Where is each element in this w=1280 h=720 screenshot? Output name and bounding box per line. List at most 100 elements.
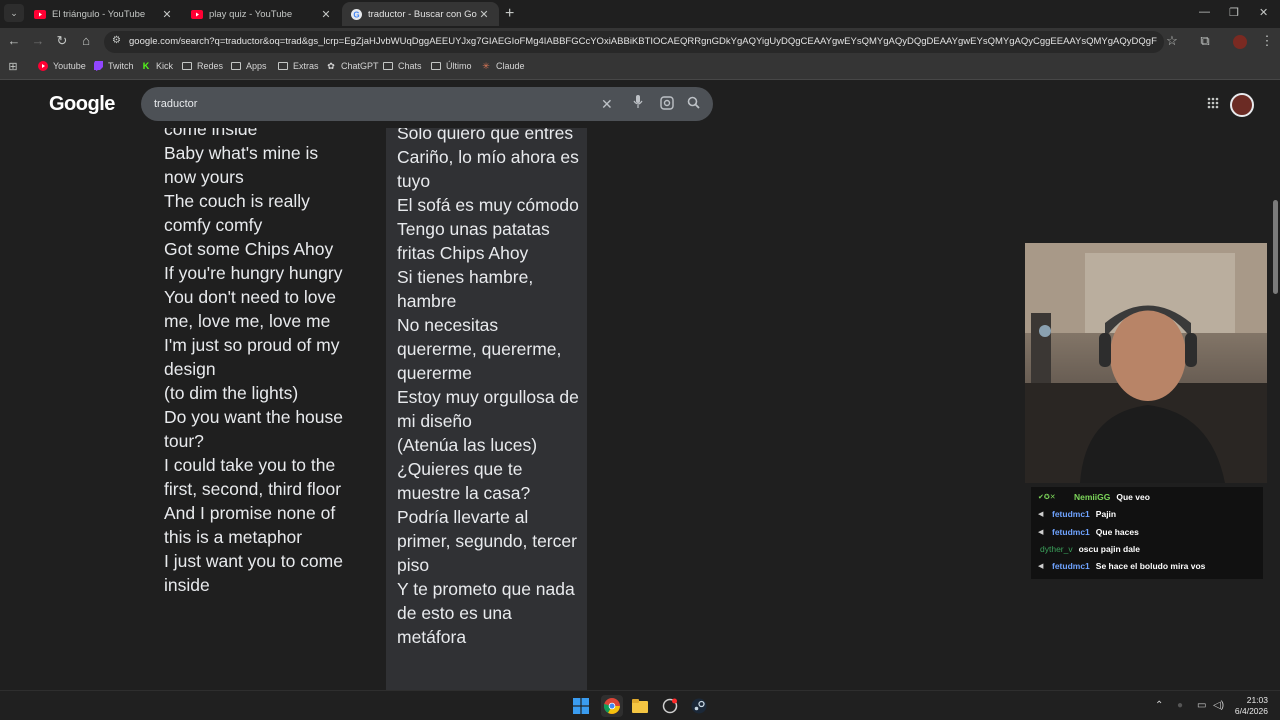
mute-badge-icon: ◀ <box>1038 529 1044 536</box>
file-explorer-icon[interactable] <box>631 697 649 715</box>
chat-username: dyther_v <box>1040 544 1073 554</box>
chat-username: NemiiGG <box>1074 492 1111 502</box>
tab-title: El triángulo - YouTube <box>52 8 146 20</box>
google-apps-icon[interactable] <box>1207 96 1219 112</box>
bookmark-label: Extras <box>293 61 319 71</box>
bookmark-label: Apps <box>246 61 267 71</box>
chat-username: fetudmc1 <box>1052 527 1090 537</box>
clock-time: 21:03 <box>1246 695 1268 705</box>
minimize-icon[interactable]: — <box>1199 6 1210 18</box>
profile-avatar[interactable] <box>1233 35 1247 49</box>
chat-text: Pajin <box>1095 509 1117 519</box>
chat-text: Que haces <box>1095 527 1139 537</box>
search-input[interactable]: traductor ✕ <box>141 87 713 121</box>
bookmark-folder-apps[interactable]: Apps <box>231 61 267 71</box>
home-icon[interactable]: ⌂ <box>77 33 95 48</box>
microphone-icon[interactable] <box>633 95 643 112</box>
bookmark-folder-redes[interactable]: Redes <box>182 61 223 71</box>
folder-icon <box>278 61 288 71</box>
bookmark-youtube[interactable]: Youtube <box>38 61 86 71</box>
bookmark-folder-chats[interactable]: Chats <box>383 61 422 71</box>
close-icon[interactable]: ✕ <box>477 8 491 21</box>
microphone-tray-icon[interactable]: ● <box>1177 700 1183 711</box>
lens-camera-icon[interactable] <box>660 96 674 113</box>
forward-icon[interactable]: → <box>29 33 47 48</box>
site-info-icon[interactable]: ⚙ <box>112 35 121 46</box>
tab-play-quiz[interactable]: play quiz - YouTube ✕ <box>183 2 341 26</box>
bookmark-label: Redes <box>197 61 224 71</box>
tab-search-button[interactable]: ⌄ <box>4 4 24 22</box>
bookmark-folder-ultimo[interactable]: Último <box>431 61 472 71</box>
chat-text: oscu pajin dale <box>1078 544 1141 554</box>
bookmark-twitch[interactable]: Twitch <box>93 61 134 71</box>
chatgpt-icon: ✿ <box>327 60 335 71</box>
youtube-icon <box>34 8 46 20</box>
youtube-icon <box>191 8 203 20</box>
address-bar[interactable]: ⚙ google.com/search?q=traductor&oq=trad&… <box>104 31 1164 53</box>
chat-username: fetudmc1 <box>1052 509 1090 519</box>
chat-message: dyther_v oscu pajin dale <box>1038 544 1140 554</box>
network-icon[interactable]: ▭ <box>1197 700 1206 711</box>
bookmark-chatgpt[interactable]: ✿ ChatGPT <box>326 60 379 72</box>
lyrics-translation-panel: Solo quiero que entres Cariño, lo mío ah… <box>386 117 587 690</box>
mute-badge-icon: ◀ <box>1038 511 1044 518</box>
clock-date: 6/4/2026 <box>1234 706 1268 716</box>
back-icon[interactable]: ← <box>5 33 23 48</box>
chat-message: ◀ fetudmc1 Pajin <box>1038 509 1116 519</box>
lyrics-source-text: come inside Baby what's mine is now your… <box>164 119 344 595</box>
windows-taskbar: ⌃ ● ▭ ◁) 21:03 6/4/2026 <box>0 690 1280 720</box>
chat-username: fetudmc1 <box>1052 561 1090 571</box>
extensions-icon[interactable]: ⧉ <box>1196 33 1214 49</box>
bookmark-folder-extras[interactable]: Extras <box>278 61 319 71</box>
system-clock[interactable]: 21:03 6/4/2026 <box>1228 695 1268 717</box>
browser-toolbar: ← → ↻ ⌂ ⚙ google.com/search?q=traductor&… <box>0 28 1280 56</box>
tray-overflow-icon[interactable]: ⌃ <box>1155 700 1163 711</box>
volume-icon[interactable]: ◁) <box>1213 700 1224 711</box>
windows-start-icon[interactable] <box>572 697 590 715</box>
webcam-overlay <box>1025 243 1267 483</box>
menu-icon[interactable]: ⋮ <box>1258 33 1276 49</box>
close-icon[interactable]: ✕ <box>160 8 174 21</box>
account-avatar[interactable] <box>1230 93 1254 117</box>
close-icon[interactable]: ✕ <box>319 8 333 21</box>
scrollbar-thumb[interactable] <box>1273 200 1278 294</box>
bookmark-claude[interactable]: ✳ Claude <box>481 61 525 72</box>
google-logo[interactable]: Google <box>49 93 115 116</box>
folder-icon <box>182 61 192 71</box>
folder-icon <box>231 61 241 71</box>
new-tab-button[interactable]: + <box>505 5 514 23</box>
stream-chat: ✔✪✕ NemiiGG Que veo ◀ fetudmc1 Pajin ◀ f… <box>1031 487 1263 579</box>
bookmark-label: Último <box>446 61 472 71</box>
app-icon[interactable] <box>661 697 679 715</box>
search-header: Google traductor ✕ <box>0 81 1270 128</box>
bookmark-label: ChatGPT <box>341 61 379 71</box>
chrome-icon[interactable] <box>601 695 623 717</box>
reload-icon[interactable]: ↻ <box>53 33 71 49</box>
search-icon[interactable] <box>687 96 700 112</box>
chat-text: Que veo <box>1116 492 1150 502</box>
steam-icon[interactable] <box>690 697 708 715</box>
bookmark-kick[interactable]: K Kick <box>141 61 173 71</box>
youtube-icon <box>38 61 48 71</box>
bookmark-label: Claude <box>496 61 525 71</box>
folder-icon <box>431 61 441 71</box>
search-query: traductor <box>154 98 198 110</box>
page-scrollbar[interactable] <box>1271 81 1280 690</box>
mute-badge-icon: ◀ <box>1038 563 1044 570</box>
tab-title: traductor - Buscar con Google <box>368 8 477 20</box>
restore-icon[interactable]: ❐ <box>1229 6 1239 19</box>
chat-message: ◀ fetudmc1 Que haces <box>1038 527 1139 537</box>
tab-el-triangulo[interactable]: El triángulo - YouTube ✕ <box>26 2 182 26</box>
clear-icon[interactable]: ✕ <box>601 96 613 113</box>
bookmark-label: Twitch <box>108 61 134 71</box>
bookmark-star-icon[interactable]: ☆ <box>1163 33 1181 49</box>
chat-message: ✔✪✕ NemiiGG Que veo <box>1038 492 1150 502</box>
kick-icon: K <box>142 61 150 71</box>
svg-text:G: G <box>353 10 359 19</box>
window-close-icon[interactable]: ✕ <box>1259 6 1268 19</box>
bookmark-label: Kick <box>156 61 174 71</box>
apps-grid-icon[interactable]: ⊞ <box>8 61 23 73</box>
tab-traductor[interactable]: G traductor - Buscar con Google ✕ <box>342 2 499 26</box>
chat-text: Se hace el boludo mira vos <box>1095 561 1206 571</box>
tab-title: play quiz - YouTube <box>209 8 293 20</box>
